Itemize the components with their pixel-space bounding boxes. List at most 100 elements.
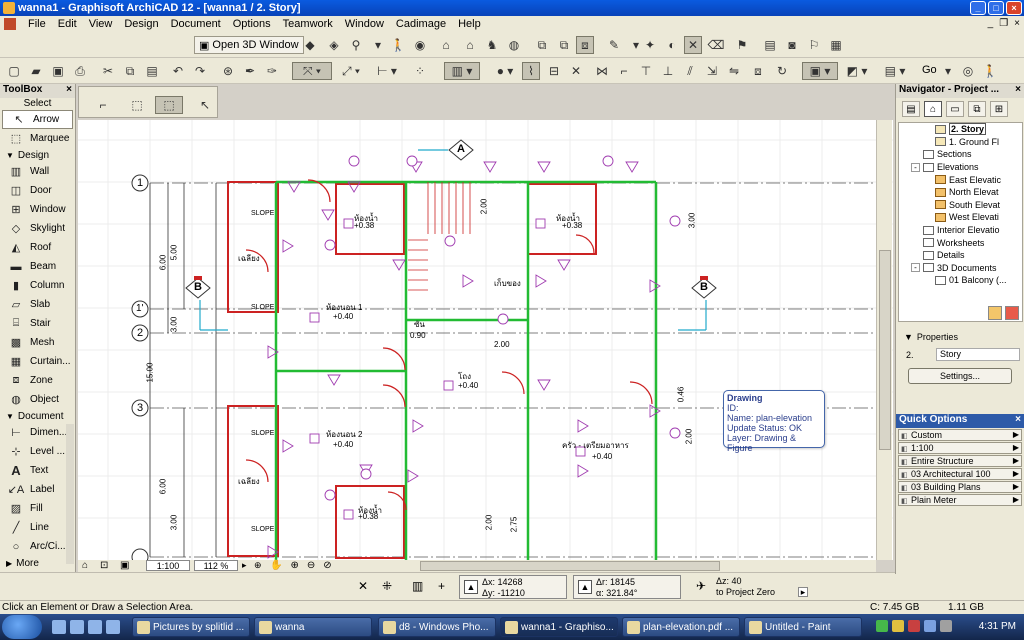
figure-icon[interactable]: ♞ bbox=[484, 37, 500, 53]
display-options-icon[interactable]: ◩ ▾ bbox=[842, 63, 872, 79]
network-icon[interactable] bbox=[924, 620, 936, 632]
snap-points-icon[interactable]: ⊢ ▾ bbox=[372, 63, 402, 79]
menu-options[interactable]: Options bbox=[227, 18, 277, 30]
find-select-icon[interactable]: ⊛ bbox=[220, 63, 236, 79]
show-desktop-icon[interactable] bbox=[52, 620, 66, 634]
tool-zone[interactable]: ⧈ Zone bbox=[0, 371, 75, 390]
menu-window[interactable]: Window bbox=[339, 18, 390, 30]
tray-icon[interactable] bbox=[908, 620, 920, 632]
measure-icon[interactable]: ⌫ bbox=[708, 37, 725, 53]
tree-item[interactable]: Details bbox=[899, 249, 1022, 262]
trim-icon[interactable]: ⊥ bbox=[660, 63, 676, 79]
tray-icon[interactable] bbox=[892, 620, 904, 632]
go-label[interactable]: Go bbox=[922, 64, 937, 76]
tool-slab[interactable]: ▱ Slab bbox=[0, 295, 75, 314]
tree-item[interactable]: - Elevations bbox=[899, 161, 1022, 174]
taskbar-item-pictures[interactable]: Pictures by splitlid ... bbox=[132, 617, 250, 637]
dropdown-arrow-icon[interactable]: ▾ bbox=[940, 63, 956, 79]
toolbox-scrollbar[interactable] bbox=[66, 424, 74, 564]
volume-icon[interactable] bbox=[940, 620, 952, 632]
menu-design[interactable]: Design bbox=[118, 18, 164, 30]
cross-tool-icon[interactable]: ✕ bbox=[684, 36, 702, 54]
layer-combination-icon[interactable]: ▥ ▾ bbox=[444, 62, 480, 80]
tool-curtain-wall[interactable]: ▦ Curtain... bbox=[0, 352, 75, 371]
tree-item[interactable]: Interior Elevatio bbox=[899, 224, 1022, 237]
ungroup-icon[interactable]: ✕ bbox=[568, 63, 584, 79]
z-coordinate-box[interactable]: ✈ Δz: 40 to Project Zero ▸ bbox=[694, 575, 810, 599]
save-icon[interactable]: ▣ bbox=[50, 63, 66, 79]
taskbar-item-photo-viewer[interactable]: d8 - Windows Pho... bbox=[378, 617, 496, 637]
tree-item[interactable]: 1. Ground Fl bbox=[899, 136, 1022, 149]
taskbar-item-wanna-folder[interactable]: wanna bbox=[254, 617, 372, 637]
taskbar-item-paint[interactable]: Untitled - Paint bbox=[744, 617, 862, 637]
copy-view-icon[interactable]: ⧉ bbox=[534, 37, 550, 53]
tool-arc-circle[interactable]: ○ Arc/Ci... bbox=[0, 537, 75, 556]
tool-door[interactable]: ◫ Door bbox=[0, 181, 75, 200]
quick-option-dimension[interactable]: ◧ Plain Meter ▶ bbox=[898, 494, 1022, 506]
minimize-button[interactable]: _ bbox=[970, 1, 986, 15]
home-view-icon[interactable]: ⌂ bbox=[82, 560, 88, 571]
eye-icon[interactable]: ◐ bbox=[664, 37, 680, 53]
maximize-button[interactable]: □ bbox=[988, 1, 1004, 15]
publisher-icon[interactable]: ▤ bbox=[762, 37, 778, 53]
new-file-icon[interactable]: ▢ bbox=[6, 63, 22, 79]
tree-expander-icon[interactable]: - bbox=[911, 263, 920, 273]
walk-view-icon[interactable]: 🚶 bbox=[982, 63, 998, 79]
render-icon[interactable]: ◍ bbox=[506, 37, 522, 53]
syringe-icon[interactable]: ✑ bbox=[264, 63, 280, 79]
menu-view[interactable]: View bbox=[83, 18, 119, 30]
publisher-sets-tab[interactable]: ⧉ bbox=[968, 101, 986, 117]
tool-mesh[interactable]: ▩ Mesh bbox=[0, 333, 75, 352]
category-document[interactable]: ▼ Document bbox=[0, 409, 75, 423]
zoom-in-icon[interactable]: ⊕ bbox=[254, 560, 262, 571]
menu-edit[interactable]: Edit bbox=[52, 18, 83, 30]
flag-icon[interactable]: ⚐ bbox=[806, 37, 822, 53]
view-map-tab[interactable]: ⌂ bbox=[924, 101, 942, 117]
tool-line[interactable]: ╱ Line bbox=[0, 518, 75, 537]
tool-label[interactable]: ↙A Label bbox=[0, 480, 75, 499]
menu-cadimage[interactable]: Cadimage bbox=[390, 18, 452, 30]
scale-field[interactable]: 1:100 bbox=[146, 560, 190, 571]
house-section-icon[interactable]: ⌂ bbox=[462, 37, 478, 53]
zoom-in-icon[interactable]: ⊕ bbox=[290, 560, 298, 572]
delete-icon[interactable] bbox=[1005, 306, 1019, 320]
trace-icon[interactable]: ⌇ bbox=[522, 62, 540, 80]
properties-heading[interactable]: ▼ Properties bbox=[904, 332, 958, 342]
geometry-method-icon[interactable]: ⌐ bbox=[95, 97, 111, 113]
browser-icon[interactable] bbox=[70, 620, 84, 634]
quick-option-scale[interactable]: ◧ 1:100 ▶ bbox=[898, 442, 1022, 454]
tree-item[interactable]: 01 Balcony (... bbox=[899, 274, 1022, 287]
grid-coords-icon[interactable]: ▥ bbox=[412, 579, 423, 593]
axonometry-icon[interactable]: ⚲ bbox=[348, 37, 364, 53]
snap-coords-icon[interactable]: ⁜ bbox=[382, 579, 392, 593]
tree-item[interactable]: South Elevat bbox=[899, 199, 1022, 212]
relative-coords-icon[interactable]: ✕ bbox=[358, 579, 368, 593]
tree-item[interactable]: East Elevatic bbox=[899, 173, 1022, 186]
orbit-view-icon[interactable]: ◎ bbox=[960, 63, 976, 79]
pen-set-icon[interactable]: ● ▾ bbox=[490, 63, 520, 79]
tree-item[interactable]: -3D Documents bbox=[899, 262, 1022, 275]
quick-option-structure[interactable]: ◧ Entire Structure ▶ bbox=[898, 455, 1022, 467]
clock[interactable]: 4:31 PM bbox=[979, 621, 1016, 632]
lock-icon[interactable]: ▲ bbox=[464, 580, 478, 594]
mirror-icon[interactable]: ⇋ bbox=[726, 63, 742, 79]
add-point-icon[interactable]: + bbox=[438, 579, 445, 593]
zoom-dropdown-icon[interactable]: ▸ bbox=[242, 560, 247, 571]
adjust-icon[interactable]: ⌐ bbox=[616, 63, 632, 79]
menu-teamwork[interactable]: Teamwork bbox=[277, 18, 339, 30]
drag-icon[interactable]: ⧈ bbox=[750, 63, 766, 79]
category-design[interactable]: ▼ Design bbox=[0, 148, 75, 162]
tree-item[interactable]: 2. Story bbox=[899, 123, 1022, 136]
quick-option-layer-combination[interactable]: ◧ 03 Building Plans ▶ bbox=[898, 481, 1022, 493]
3d-box-icon[interactable]: ◆ bbox=[302, 37, 318, 53]
camera-icon[interactable]: ◙ bbox=[784, 37, 800, 53]
zoom-field[interactable]: 112 % bbox=[194, 560, 238, 571]
taskbar-item-pdf[interactable]: plan-elevation.pdf ... bbox=[622, 617, 740, 637]
intersect-icon[interactable]: ⊤ bbox=[638, 63, 654, 79]
tree-item[interactable]: West Elevati bbox=[899, 211, 1022, 224]
category-more[interactable]: ▶ More bbox=[0, 556, 75, 570]
print-icon[interactable]: ⎙ bbox=[72, 63, 88, 79]
lock-icon[interactable]: ▲ bbox=[578, 580, 592, 594]
tool-column[interactable]: ▮ Column bbox=[0, 276, 75, 295]
project-map-tab[interactable]: ▤ bbox=[902, 101, 920, 117]
